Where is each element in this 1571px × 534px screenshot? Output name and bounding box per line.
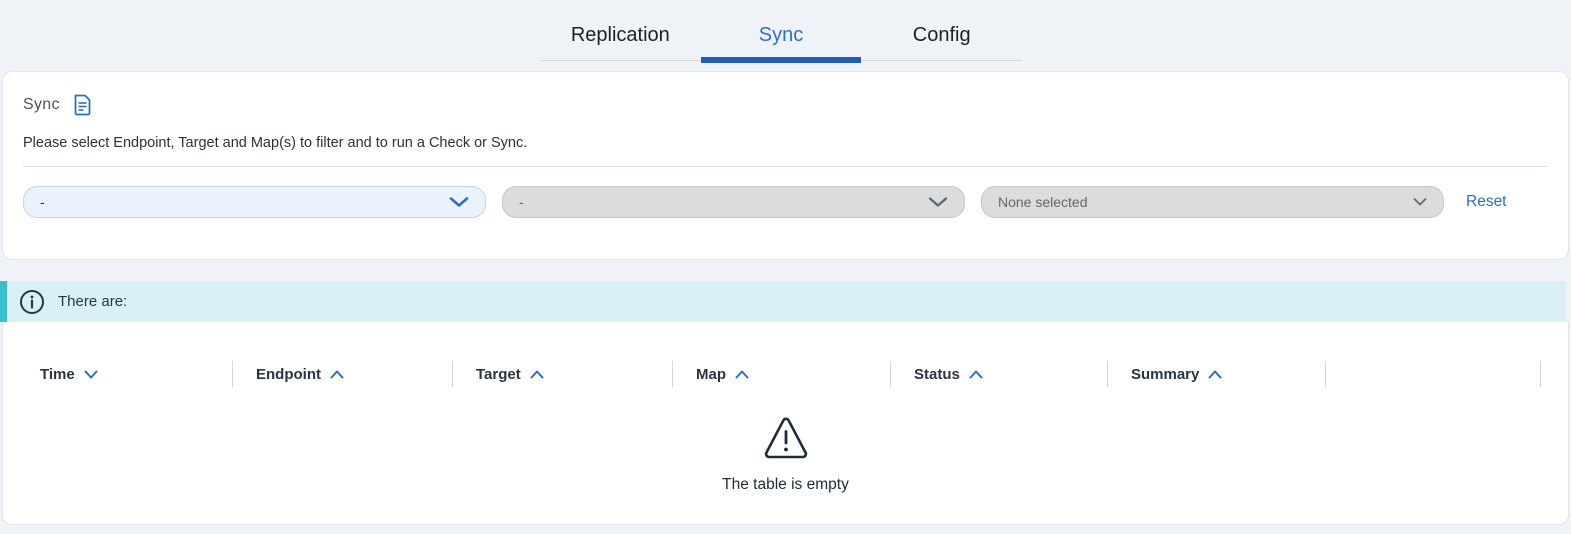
top-tab-bar: Replication Sync Config [540, 0, 1022, 61]
divider [23, 166, 1548, 167]
tab-replication[interactable]: Replication [540, 0, 701, 60]
info-icon [19, 289, 45, 315]
column-header-target[interactable]: Target [453, 360, 672, 388]
empty-state-text: The table is empty [722, 476, 849, 494]
target-select[interactable]: - [502, 186, 965, 218]
column-label: Endpoint [256, 366, 321, 383]
sort-chevron-icon [735, 370, 749, 379]
target-select-value: - [519, 194, 524, 210]
tab-sync[interactable]: Sync [701, 0, 862, 60]
panel-title: Sync [23, 96, 60, 114]
tab-config[interactable]: Config [861, 0, 1022, 60]
banner-text: There are: [58, 293, 127, 310]
sort-chevron-icon [1208, 370, 1222, 379]
maps-multiselect-value: None selected [998, 194, 1088, 210]
document-icon[interactable] [73, 94, 92, 116]
sort-chevron-icon [330, 370, 344, 379]
column-label: Summary [1131, 366, 1199, 383]
table-header-row: Time Endpoint Target Map [3, 360, 1568, 388]
column-header-summary[interactable]: Summary [1108, 360, 1325, 388]
column-header-status[interactable]: Status [891, 360, 1107, 388]
column-header-actions [1326, 360, 1540, 388]
sort-chevron-icon [530, 370, 544, 379]
column-label: Map [696, 366, 726, 383]
sort-chevron-icon [969, 370, 983, 379]
sync-results-table: Time Endpoint Target Map [2, 322, 1569, 525]
warning-triangle-icon [762, 416, 810, 460]
reset-button[interactable]: Reset [1466, 186, 1507, 218]
panel-description: Please select Endpoint, Target and Map(s… [23, 135, 527, 151]
column-label: Status [914, 366, 960, 383]
empty-state: The table is empty [3, 416, 1568, 494]
chevron-down-icon [1413, 198, 1427, 207]
info-banner: There are: [0, 281, 1566, 322]
column-header-time[interactable]: Time [3, 360, 232, 388]
maps-multiselect[interactable]: None selected [981, 186, 1444, 218]
chevron-down-icon [928, 197, 948, 208]
column-header-endpoint[interactable]: Endpoint [233, 360, 452, 388]
endpoint-select[interactable]: - [23, 186, 486, 218]
column-separator [1540, 361, 1541, 387]
panel-title-row: Sync [23, 94, 92, 116]
sync-page: Replication Sync Config Sync Please sele… [0, 0, 1571, 534]
sort-chevron-icon [84, 370, 98, 379]
sync-filter-panel: Sync Please select Endpoint, Target and … [2, 71, 1569, 260]
chevron-down-icon [449, 197, 469, 208]
column-label: Time [40, 366, 75, 383]
endpoint-select-value: - [40, 194, 45, 210]
column-header-map[interactable]: Map [673, 360, 890, 388]
column-label: Target [476, 366, 521, 383]
